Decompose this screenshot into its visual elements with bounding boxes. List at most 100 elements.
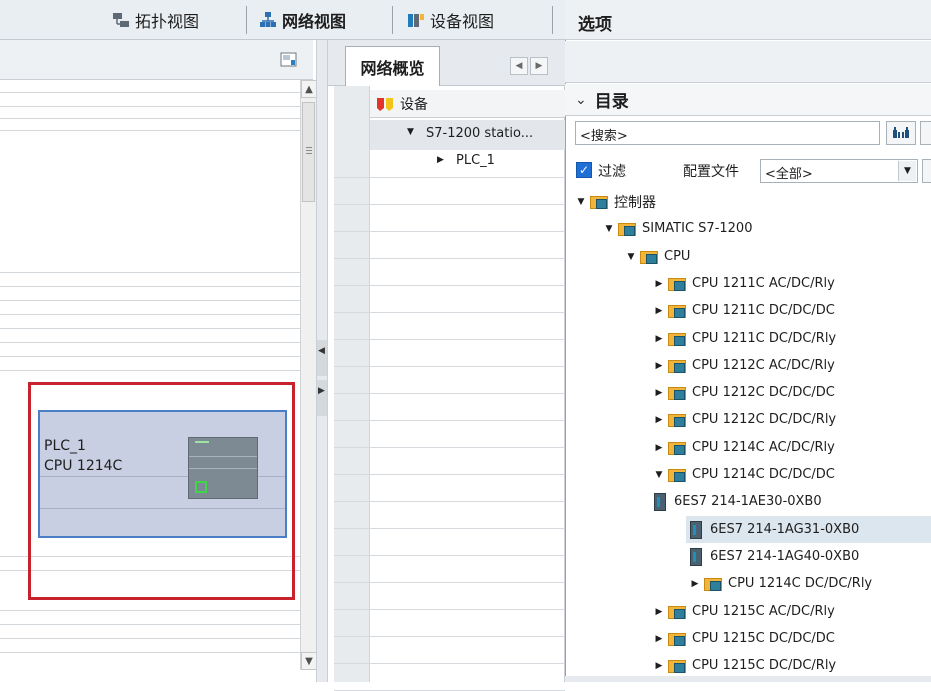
device-column-label: 设备 [400, 96, 428, 113]
scroll-thumb[interactable] [302, 102, 315, 202]
catalog-section-header[interactable]: ⌄ 目录 [565, 84, 931, 116]
catalog-folder-item[interactable]: ▼ 控制器 [576, 188, 656, 215]
collapse-left-icon[interactable]: ◀ [318, 346, 325, 356]
collapse-arrow-icon[interactable]: ▼ [576, 197, 586, 207]
catalog-folder-item[interactable]: ▶ CPU 1214C AC/DC/Rly [654, 434, 835, 461]
catalog-folder-item[interactable]: ▶ CPU 1212C DC/DC/Rly [654, 406, 837, 433]
tab-scroll-right-button[interactable]: ▶ [530, 57, 548, 75]
catalog-folder-item[interactable]: ▼ CPU [626, 243, 691, 270]
search-options-button[interactable] [920, 121, 931, 145]
expand-arrow-icon[interactable]: ▶ [654, 306, 664, 316]
grid-line [0, 638, 300, 639]
tab-device-view[interactable]: 设备视图 [401, 6, 500, 34]
view-tab-bar: 拓扑视图 网络视图 设备视图 [0, 0, 565, 40]
catalog-folder-item[interactable]: ▶ CPU 1215C DC/DC/DC [654, 625, 835, 652]
tab-scroll-left-button[interactable]: ◀ [510, 57, 528, 75]
collapse-arrow-icon[interactable]: ▼ [654, 470, 664, 480]
tree-item-label: CPU 1215C AC/DC/Rly [692, 604, 835, 619]
catalog-folder-item[interactable]: ▶ CPU 1215C DC/DC/Rly [654, 652, 837, 679]
expand-right-icon[interactable]: ▶ [318, 386, 325, 396]
expand-arrow-icon[interactable]: ▶ [654, 415, 664, 425]
grid-line [0, 370, 300, 371]
expand-arrow-icon[interactable]: ▶ [654, 634, 664, 644]
tree-item-label: CPU 1214C DC/DC/DC [692, 467, 835, 482]
canvas-toolbar [0, 40, 313, 80]
table-row [334, 231, 565, 259]
folder-icon [668, 276, 688, 292]
overview-toggle-icon[interactable] [280, 52, 298, 68]
expand-arrow-icon[interactable]: ▶ [654, 661, 664, 671]
expand-arrow-icon[interactable]: ▶ [654, 607, 664, 617]
tab-network-view[interactable]: 网络视图 [253, 6, 352, 34]
expand-arrow-icon[interactable]: ▶ [654, 279, 664, 289]
collapse-arrow-icon[interactable]: ▼ [626, 252, 636, 262]
catalog-folder-item[interactable]: ▶ CPU 1211C AC/DC/Rly [654, 270, 835, 297]
folder-icon [640, 249, 660, 265]
catalog-folder-item[interactable]: ▶ CPU 1212C DC/DC/DC [654, 379, 835, 406]
expand-plc-icon[interactable]: ▶ [437, 155, 444, 165]
catalog-folder-item[interactable]: ▼ CPU 1214C DC/DC/DC [654, 461, 835, 488]
device-view-icon [408, 14, 424, 27]
table-row [334, 636, 565, 664]
collapse-arrow-icon[interactable]: ▼ [604, 224, 614, 234]
tree-item-label: 6ES7 214-1AG31-0XB0 [710, 522, 860, 537]
expand-station-icon[interactable]: ▼ [407, 127, 414, 137]
catalog-folder-item[interactable]: ▶ CPU 1214C DC/DC/Rly [690, 570, 873, 597]
catalog-folder-item[interactable]: ▶ CPU 1215C AC/DC/Rly [654, 598, 835, 625]
grid-line [0, 610, 300, 611]
table-row [334, 528, 565, 556]
tab-topology-view[interactable]: 拓扑视图 [106, 6, 205, 34]
expand-arrow-icon[interactable]: ▶ [690, 579, 700, 589]
expand-arrow-icon[interactable]: ▶ [654, 388, 664, 398]
table-row [334, 312, 565, 340]
filter-checkbox[interactable]: ✓ [576, 162, 592, 178]
scroll-down-button[interactable]: ▼ [301, 652, 317, 670]
profinet-port-icon[interactable] [195, 481, 207, 493]
profile-options-button[interactable] [922, 159, 931, 183]
catalog-folder-item[interactable]: ▶ CPU 1211C DC/DC/DC [654, 297, 835, 324]
scroll-up-button[interactable]: ▲ [301, 80, 317, 98]
tree-item-label: CPU 1211C DC/DC/DC [692, 303, 835, 318]
panel-splitter[interactable]: ◀ ▶ [316, 40, 328, 682]
tab-network-overview[interactable]: 网络概览 [345, 46, 440, 86]
tree-item-label: CPU 1214C DC/DC/Rly [728, 576, 873, 591]
catalog-folder-item[interactable]: ▼ SIMATIC S7-1200 [604, 215, 753, 242]
folder-icon [668, 658, 688, 674]
tree-item-label: SIMATIC S7-1200 [642, 221, 753, 236]
overview-column-header[interactable]: 设备 [370, 90, 565, 118]
tree-item-label: CPU 1215C DC/DC/DC [692, 631, 835, 646]
tree-item-label: CPU [664, 249, 691, 264]
tree-item-label: 6ES7 214-1AG40-0XB0 [710, 549, 860, 564]
cpu-module-icon [690, 547, 702, 566]
search-button[interactable] [886, 121, 916, 145]
expand-arrow-icon[interactable]: ▶ [654, 443, 664, 453]
catalog-module-item[interactable]: 6ES7 214-1AG40-0XB0 [690, 543, 859, 570]
profile-select[interactable]: <全部> [760, 159, 918, 183]
catalog-search-input[interactable]: <搜索> [575, 121, 880, 145]
catalog-title: 目录 [594, 92, 629, 112]
expand-arrow-icon[interactable]: ▶ [654, 334, 664, 344]
canvas-vertical-scrollbar[interactable]: ▲ ▼ [300, 80, 317, 670]
catalog-folder-item[interactable]: ▶ CPU 1212C AC/DC/Rly [654, 352, 835, 379]
table-row [334, 555, 565, 583]
binoculars-icon [893, 127, 909, 138]
tree-item-label: CPU 1211C AC/DC/Rly [692, 276, 835, 291]
catalog-horizontal-scrollbar[interactable] [565, 676, 931, 682]
tree-item-label: CPU 1215C DC/DC/Rly [692, 658, 837, 673]
tab-network-label: 网络视图 [282, 12, 347, 31]
folder-icon [668, 467, 688, 483]
catalog-module-item[interactable]: 6ES7 214-1AE30-0XB0 [654, 488, 822, 515]
tab-divider [246, 6, 247, 34]
chevron-down-icon[interactable]: ⌄ [575, 92, 587, 108]
table-row [334, 474, 565, 502]
tree-item-label: CPU 1211C DC/DC/Rly [692, 331, 837, 346]
table-row [334, 393, 565, 421]
options-subheader [565, 41, 931, 83]
catalog-module-item[interactable]: 6ES7 214-1AG31-0XB0 [686, 516, 931, 543]
catalog-folder-item[interactable]: ▶ CPU 1211C DC/DC/Rly [654, 325, 837, 352]
overview-row-station[interactable]: S7-1200 statio... [426, 126, 533, 141]
dropdown-arrow-icon[interactable]: ▼ [898, 161, 916, 181]
overview-row-plc[interactable]: PLC_1 [456, 153, 495, 168]
expand-arrow-icon[interactable]: ▶ [654, 361, 664, 371]
table-row [334, 582, 565, 610]
